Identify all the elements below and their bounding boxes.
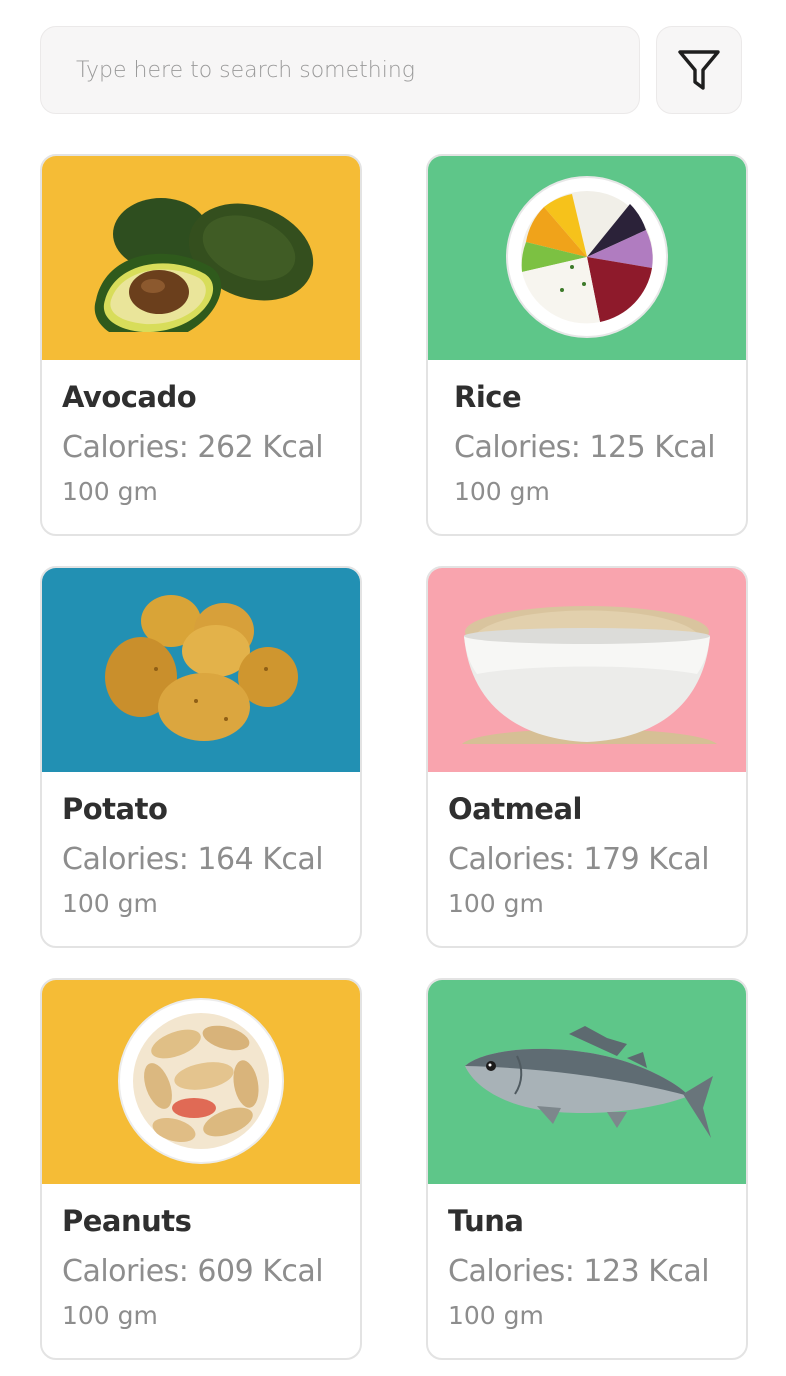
food-image-area [428, 568, 746, 772]
avocado-image [94, 198, 314, 332]
food-calories: Calories: 262 Kcal [62, 430, 324, 465]
filter-button[interactable] [656, 26, 742, 114]
rice-bowl-image [506, 176, 668, 338]
oatmeal-bowl-image [462, 606, 717, 744]
food-serving: 100 gm [62, 477, 158, 506]
food-serving: 100 gm [448, 889, 544, 918]
food-image-area [428, 156, 746, 360]
food-calories: Calories: 123 Kcal [448, 1254, 710, 1289]
food-calories: Calories: 179 Kcal [448, 842, 710, 877]
search-input[interactable] [76, 57, 639, 83]
food-serving: 100 gm [448, 1301, 544, 1330]
food-name: Tuna [448, 1204, 524, 1238]
food-image-area [42, 568, 360, 772]
food-serving: 100 gm [62, 1301, 158, 1330]
food-calories: Calories: 125 Kcal [454, 430, 716, 465]
funnel-icon [678, 50, 720, 90]
food-name: Potato [62, 792, 168, 826]
food-calories: Calories: 164 Kcal [62, 842, 324, 877]
peanuts-bowl-image [118, 998, 284, 1164]
fish-image [465, 1026, 713, 1138]
food-image-area [42, 156, 360, 360]
food-card-oatmeal[interactable]: Oatmeal Calories: 179 Kcal 100 gm [426, 566, 748, 948]
food-image-area [42, 980, 360, 1184]
food-card-tuna[interactable]: Tuna Calories: 123 Kcal 100 gm [426, 978, 748, 1360]
search-bar[interactable] [40, 26, 640, 114]
food-name: Avocado [62, 380, 197, 414]
food-name: Rice [454, 380, 522, 414]
food-card-avocado[interactable]: Avocado Calories: 262 Kcal 100 gm [40, 154, 362, 536]
food-serving: 100 gm [454, 477, 550, 506]
food-serving: 100 gm [62, 889, 158, 918]
food-card-peanuts[interactable]: Peanuts Calories: 609 Kcal 100 gm [40, 978, 362, 1360]
food-card-potato[interactable]: Potato Calories: 164 Kcal 100 gm [40, 566, 362, 948]
food-name: Peanuts [62, 1204, 192, 1238]
potato-image [105, 595, 298, 741]
food-image-area [428, 980, 746, 1184]
food-card-rice[interactable]: Rice Calories: 125 Kcal 100 gm [426, 154, 748, 536]
food-calories: Calories: 609 Kcal [62, 1254, 324, 1289]
food-name: Oatmeal [448, 792, 582, 826]
